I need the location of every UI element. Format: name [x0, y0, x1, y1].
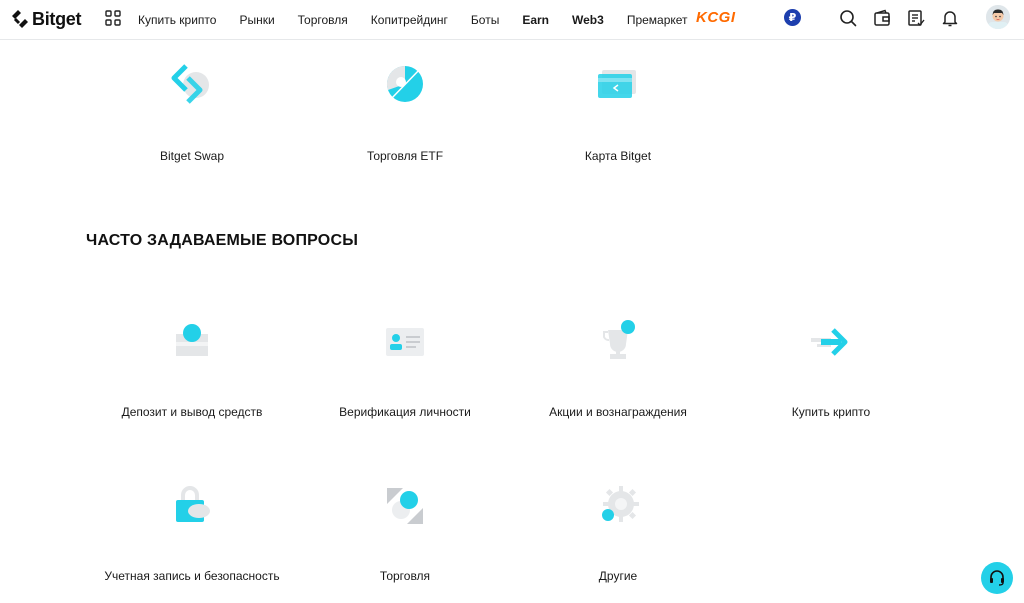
support-chat-button[interactable]	[981, 562, 1013, 594]
product-etf-trading[interactable]: Торговля ETF	[325, 60, 485, 163]
product-label: Карта Bitget	[584, 149, 652, 163]
faq-item-trading[interactable]: Торговля	[295, 482, 515, 583]
search-icon[interactable]	[839, 9, 857, 27]
faq-section-title: ЧАСТО ЗАДАВАЕМЫЕ ВОПРОСЫ	[86, 232, 359, 249]
nav-premarket[interactable]: Премаркет	[627, 13, 688, 27]
nav-markets[interactable]: Рынки	[239, 13, 274, 27]
bitget-logo[interactable]: Bitget	[10, 8, 82, 30]
product-bitget-card[interactable]: Карта Bitget	[538, 60, 698, 163]
arrow-right-icon	[811, 328, 848, 356]
product-bitget-swap[interactable]: Bitget Swap	[112, 60, 272, 163]
faq-item-buy-crypto[interactable]: Купить крипто	[721, 318, 941, 419]
nav-web3[interactable]: Web3	[572, 13, 604, 27]
top-navigation-bar: Bitget Купить крипто Рынки Торговля Копи…	[0, 0, 1024, 40]
main-nav: Купить крипто Рынки Торговля Копитрейдин…	[138, 0, 711, 40]
faq-label: Депозит и вывод средств	[121, 405, 263, 419]
wallet-icon[interactable]	[873, 9, 891, 27]
deposit-icon	[176, 324, 208, 356]
nav-buy-crypto[interactable]: Купить крипто	[138, 13, 216, 27]
faq-item-promotions[interactable]: Акции и вознаграждения	[508, 318, 728, 419]
logo-text: Bitget	[32, 8, 82, 29]
nav-bots[interactable]: Боты	[471, 13, 499, 27]
bell-icon[interactable]	[941, 9, 959, 27]
bitget-logo-icon	[12, 10, 28, 28]
nav-trading[interactable]: Торговля	[298, 13, 348, 27]
currency-badge[interactable]: ₽	[784, 9, 801, 26]
nav-earn[interactable]: Earn	[522, 13, 549, 27]
etf-icon	[386, 65, 423, 102]
avatar[interactable]	[986, 5, 1010, 29]
faq-label: Верификация личности	[339, 405, 471, 419]
id-card-icon	[386, 328, 424, 356]
product-label: Bitget Swap	[159, 149, 225, 163]
faq-item-deposit[interactable]: Депозит и вывод средств	[82, 318, 302, 419]
nav-copytrading[interactable]: Копитрейдинг	[371, 13, 448, 27]
card-icon	[598, 70, 636, 98]
apps-grid-icon[interactable]	[105, 10, 121, 26]
trading-icon	[387, 488, 423, 524]
orders-icon[interactable]	[907, 9, 925, 27]
faq-label: Учетная запись и безопасность	[104, 569, 280, 583]
trophy-icon	[603, 320, 635, 359]
lock-icon	[176, 486, 210, 522]
faq-item-account-security[interactable]: Учетная запись и безопасность	[82, 482, 302, 583]
faq-label: Другие	[598, 569, 638, 583]
gear-icon	[602, 486, 639, 522]
headset-icon	[990, 570, 1004, 586]
faq-item-verification[interactable]: Верификация личности	[295, 318, 515, 419]
product-label: Торговля ETF	[366, 149, 444, 163]
kcgi-promo-link[interactable]: KCGI	[696, 9, 736, 26]
faq-label: Торговля	[379, 569, 431, 583]
user-avatar-icon	[986, 5, 1010, 29]
faq-label: Купить крипто	[791, 405, 871, 419]
faq-label: Акции и вознаграждения	[549, 405, 687, 419]
swap-icon	[171, 64, 209, 104]
faq-item-other[interactable]: Другие	[508, 482, 728, 583]
